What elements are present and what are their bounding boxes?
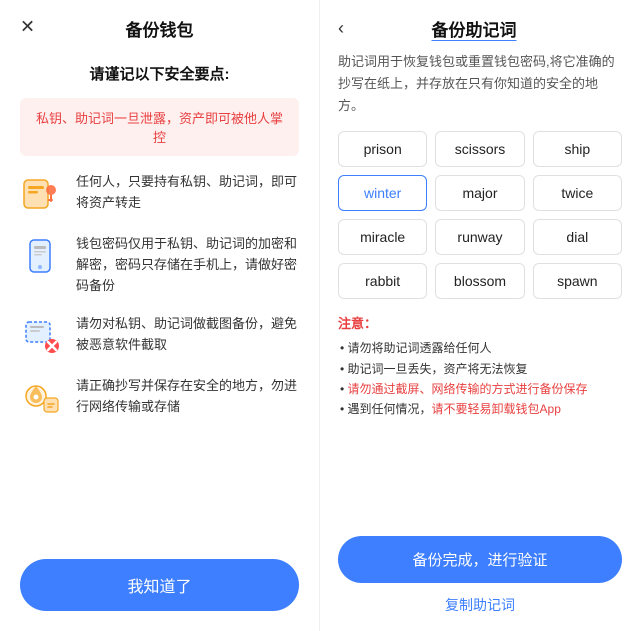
mnemonic-word-blossom: blossom bbox=[435, 263, 524, 299]
security-item-phone-text: 钱包密码仅用于私钥、助记词的加密和解密，密码只存储在手机上，请做好密码备份 bbox=[76, 234, 299, 296]
notes-title: 注意： bbox=[338, 313, 622, 332]
note-item-3: • 遇到任何情况，请不要轻易卸载钱包App bbox=[338, 399, 622, 419]
warning-text: 私钥、助记词一旦泄露，资产即可被他人掌控 bbox=[34, 108, 285, 146]
location-icon bbox=[20, 376, 64, 420]
mnemonic-word-ship: ship bbox=[533, 131, 622, 167]
security-item-key: 任何人，只要持有私钥、助记词，即可将资产转走 bbox=[20, 172, 299, 216]
mnemonic-word-miracle: miracle bbox=[338, 219, 427, 255]
mnemonic-word-scissors: scissors bbox=[435, 131, 524, 167]
right-title: 备份助记词 bbox=[352, 16, 596, 41]
note-item-0: • 请勿将助记词透露给任何人 bbox=[338, 338, 622, 358]
security-item-screenshot: 请勿对私钥、助记词做截图备份，避免被恶意软件截取 bbox=[20, 314, 299, 358]
left-panel: ✕ 备份钱包 请谨记以下安全要点: 私钥、助记词一旦泄露，资产即可被他人掌控 任… bbox=[0, 0, 320, 631]
right-panel: ‹ 备份助记词 助记词用于恢复钱包或重置钱包密码,将它准确的抄写在纸上，并存放在… bbox=[320, 0, 640, 631]
note-item-1: • 助记词一旦丢失，资产将无法恢复 bbox=[338, 359, 622, 379]
warning-banner: 私钥、助记词一旦泄露，资产即可被他人掌控 bbox=[20, 98, 299, 156]
mnemonic-word-major: major bbox=[435, 175, 524, 211]
mnemonic-word-spawn: spawn bbox=[533, 263, 622, 299]
screenshot-icon bbox=[20, 314, 64, 358]
key-icon bbox=[20, 172, 64, 216]
mnemonic-word-prison: prison bbox=[338, 131, 427, 167]
left-title: 备份钱包 bbox=[126, 16, 194, 41]
verify-button[interactable]: 备份完成，进行验证 bbox=[338, 536, 622, 583]
back-icon[interactable]: ‹ bbox=[338, 18, 344, 39]
security-item-key-text: 任何人，只要持有私钥、助记词，即可将资产转走 bbox=[76, 172, 299, 214]
left-subtitle: 请谨记以下安全要点: bbox=[20, 63, 299, 84]
security-items: 任何人，只要持有私钥、助记词，即可将资产转走 钱包密码仅用于私钥、助记词的加密和… bbox=[20, 172, 299, 559]
security-item-phone: 钱包密码仅用于私钥、助记词的加密和解密，密码只存储在手机上，请做好密码备份 bbox=[20, 234, 299, 296]
mnemonic-grid: prisonscissorsship wintermajortwice miracl… bbox=[338, 131, 622, 299]
close-icon[interactable]: ✕ bbox=[20, 16, 35, 37]
know-button[interactable]: 我知道了 bbox=[20, 559, 299, 611]
phone-icon bbox=[20, 234, 64, 278]
left-footer: 我知道了 bbox=[20, 559, 299, 611]
mnemonic-word-runway: runway bbox=[435, 219, 524, 255]
security-item-location: 请正确抄写并保存在安全的地方，勿进行网络传输或存储 bbox=[20, 376, 299, 420]
left-header: ✕ 备份钱包 bbox=[20, 0, 299, 53]
security-item-screenshot-text: 请勿对私钥、助记词做截图备份，避免被恶意软件截取 bbox=[76, 314, 299, 356]
mnemonic-word-twice: twice bbox=[533, 175, 622, 211]
right-header: ‹ 备份助记词 bbox=[338, 0, 622, 51]
mnemonic-word-rabbit: rabbit bbox=[338, 263, 427, 299]
note-item-2: • 请勿通过截屏、网络传输的方式进行备份保存 bbox=[338, 379, 622, 399]
copy-mnemonic-link[interactable]: 复制助记词 bbox=[338, 595, 622, 615]
mnemonic-word-dial: dial bbox=[533, 219, 622, 255]
right-notes: 注意： • 请勿将助记词透露给任何人• 助记词一旦丢失，资产将无法恢复• 请勿通… bbox=[338, 313, 622, 420]
mnemonic-word-winter: winter bbox=[338, 175, 427, 211]
security-item-location-text: 请正确抄写并保存在安全的地方，勿进行网络传输或存储 bbox=[76, 376, 299, 418]
right-footer: 备份完成，进行验证 复制助记词 bbox=[338, 536, 622, 615]
right-desc: 助记词用于恢复钱包或重置钱包密码,将它准确的抄写在纸上，并存放在只有你知道的安全… bbox=[338, 51, 622, 117]
